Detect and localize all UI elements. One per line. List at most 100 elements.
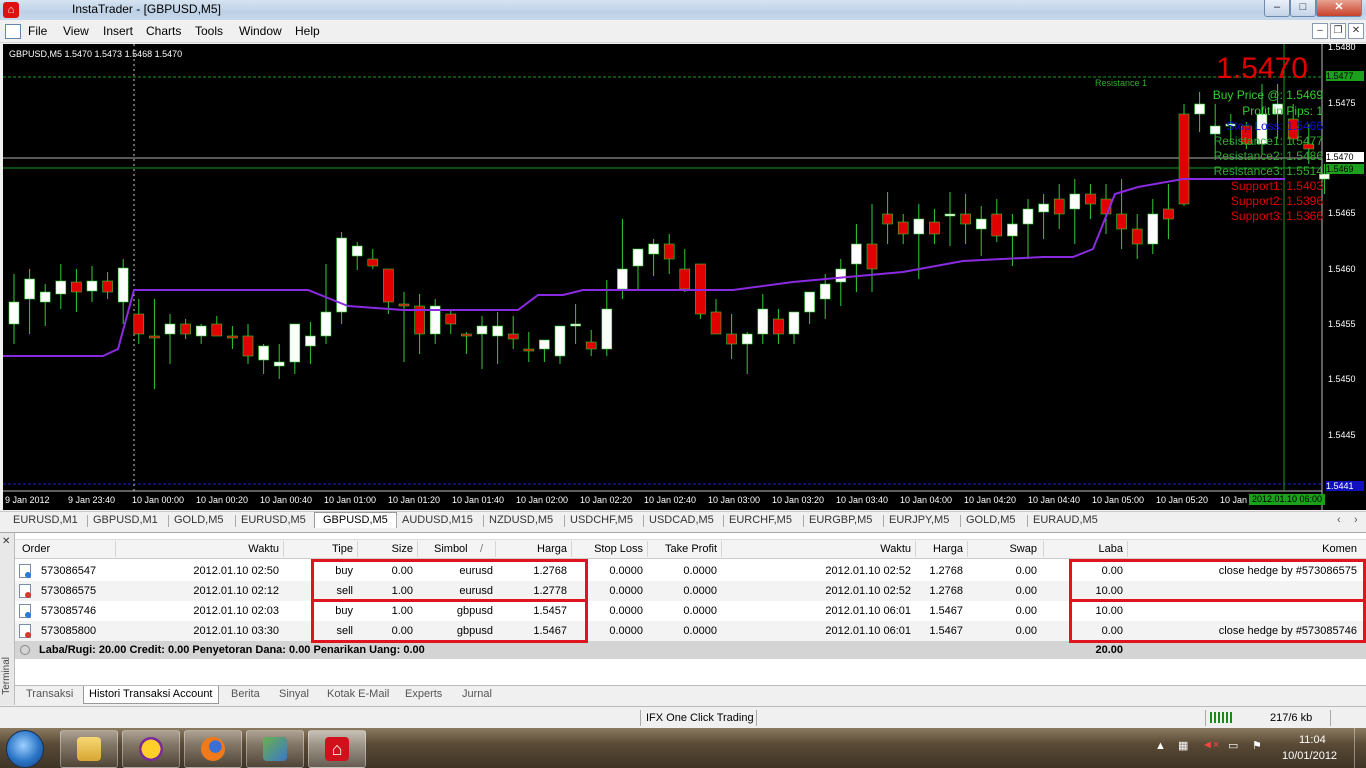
terminal-tab[interactable]: Kotak E-Mail xyxy=(327,688,389,700)
menu-help[interactable]: Help xyxy=(295,24,320,38)
mdi-restore-button[interactable]: ❐ xyxy=(1330,23,1346,39)
candle-body xyxy=(71,281,82,293)
candle-body xyxy=(164,323,176,335)
taskbar-explorer[interactable] xyxy=(60,730,118,768)
show-desktop-button[interactable] xyxy=(1354,728,1366,768)
menu-window[interactable]: Window xyxy=(239,24,282,38)
menu-tools[interactable]: Tools xyxy=(195,24,223,38)
cell-order: 573086547 xyxy=(41,565,97,577)
maximize-button[interactable]: □ xyxy=(1290,0,1316,17)
taskbar-messenger[interactable] xyxy=(122,730,180,768)
mdi-minimize-button[interactable]: – xyxy=(1312,23,1328,39)
tabs-right-arrow-icon[interactable]: › xyxy=(1354,514,1358,526)
app-icon[interactable]: ⌂ xyxy=(3,2,19,18)
candle-body xyxy=(804,291,815,313)
connection-status-icon[interactable] xyxy=(1210,712,1234,723)
candle-body xyxy=(476,325,488,335)
chart-tab[interactable]: GBPUSD,M5 xyxy=(314,512,397,528)
candle-body xyxy=(133,313,145,335)
chart-tab[interactable]: EURUSD,M1 xyxy=(13,514,78,526)
tabs-left-arrow-icon[interactable]: ‹ xyxy=(1337,514,1341,526)
taskbar-firefox[interactable] xyxy=(184,730,242,768)
candle-body xyxy=(211,323,223,337)
cell-close-time: 2012.01.10 06:01 xyxy=(825,625,911,637)
cell-tp: 0.0000 xyxy=(683,625,717,637)
chart-tab[interactable]: NZDUSD,M5 xyxy=(489,514,553,526)
candle-body xyxy=(773,318,784,335)
col-swap[interactable]: Swap xyxy=(993,543,1037,555)
flag-icon[interactable]: ⚑ xyxy=(1252,739,1262,752)
candle-body xyxy=(1178,113,1190,205)
highlight-box-profit-2 xyxy=(1069,599,1366,643)
candle-body xyxy=(149,335,160,339)
candle-body xyxy=(1147,213,1159,245)
menu-file[interactable]: File xyxy=(28,24,47,38)
candle-body xyxy=(445,313,457,325)
clock-date[interactable]: 10/01/2012 xyxy=(1282,750,1337,762)
terminal-tab[interactable]: Berita xyxy=(231,688,260,700)
col-open-time[interactable]: Waktu xyxy=(183,543,279,555)
price-axis-label: 1.5460 xyxy=(1328,264,1356,274)
terminal-tabs: Transaksi Histori Transaksi Account Berita… xyxy=(15,685,1366,706)
close-button[interactable]: ✕ xyxy=(1316,0,1362,17)
start-button[interactable] xyxy=(6,730,44,768)
col-order[interactable]: Order xyxy=(22,543,50,555)
menu-insert[interactable]: Insert xyxy=(103,24,133,38)
col-stop-loss[interactable]: Stop Loss xyxy=(577,543,643,555)
chart-tab[interactable]: GBPUSD,M1 xyxy=(93,514,158,526)
price-axis-label: 1.5455 xyxy=(1328,319,1356,329)
time-axis-label: 10 Jan 03:00 xyxy=(708,495,761,505)
chart-tab[interactable]: GOLD,M5 xyxy=(966,514,1016,526)
chart-tab[interactable]: USDCAD,M5 xyxy=(649,514,714,526)
cell-time: 2012.01.10 02:03 xyxy=(193,605,279,617)
chart-tab[interactable]: GOLD,M5 xyxy=(174,514,224,526)
status-bar: IFX One Click Trading 217/6 kb xyxy=(0,706,1366,729)
col-close-price[interactable]: Harga xyxy=(915,543,963,555)
terminal-close-icon[interactable]: ✕ xyxy=(2,536,10,547)
col-symbol[interactable]: Simbol xyxy=(434,543,468,555)
col-close-time[interactable]: Waktu xyxy=(815,543,911,555)
clock-time[interactable]: 11:04 xyxy=(1299,734,1326,746)
document-icon[interactable] xyxy=(5,24,21,39)
menu-view[interactable]: View xyxy=(63,24,89,38)
chart-tab[interactable]: EURCHF,M5 xyxy=(729,514,792,526)
annotation-7: Support2: 1.5396 xyxy=(1230,194,1323,208)
candle-body xyxy=(1038,203,1049,213)
taskbar-instatrader[interactable]: ⌂ xyxy=(308,730,366,768)
candle-body xyxy=(398,303,410,307)
chart-tab[interactable]: EURGBP,M5 xyxy=(809,514,872,526)
price-chart[interactable]: GBPUSD,M5 1.5470 1.5473 1.5468 1.5470 Re… xyxy=(3,42,1366,510)
taskbar-control-panel[interactable] xyxy=(246,730,304,768)
col-type[interactable]: Tipe xyxy=(305,543,353,555)
chart-tab[interactable]: EURUSD,M5 xyxy=(241,514,306,526)
terminal-tab[interactable]: Sinyal xyxy=(279,688,309,700)
chart-tab[interactable]: EURJPY,M5 xyxy=(889,514,949,526)
summary-text: Laba/Rugi: 20.00 Credit: 0.00 Penyetoran… xyxy=(39,644,425,656)
chart-tab[interactable]: EURAUD,M5 xyxy=(1033,514,1098,526)
col-take-profit[interactable]: Take Profit xyxy=(649,543,717,555)
summary-icon xyxy=(20,645,30,655)
messenger-icon xyxy=(139,737,163,761)
annotation-6: Support1: 1.5403 xyxy=(1230,179,1323,193)
show-hidden-icons-icon[interactable]: ▲ xyxy=(1155,740,1166,752)
network-icon[interactable]: ▦ xyxy=(1178,739,1188,752)
order-icon xyxy=(19,604,31,618)
col-size[interactable]: Size xyxy=(365,543,413,555)
volume-muted-icon[interactable]: ◄× xyxy=(1202,739,1219,751)
terminal-tab[interactable]: Transaksi xyxy=(26,688,73,700)
mdi-close-button[interactable]: ✕ xyxy=(1348,23,1364,39)
terminal-tab[interactable]: Jurnal xyxy=(462,688,492,700)
chart-tab[interactable]: USDCHF,M5 xyxy=(570,514,633,526)
cell-close-time: 2012.01.10 02:52 xyxy=(825,565,911,577)
terminal-tab[interactable]: Experts xyxy=(405,688,442,700)
terminal-tab[interactable]: Histori Transaksi Account xyxy=(83,686,219,704)
col-profit[interactable]: Laba xyxy=(1077,543,1123,555)
menu-charts[interactable]: Charts xyxy=(146,24,181,38)
candle-body xyxy=(273,361,285,367)
candle-body xyxy=(632,248,644,267)
minimize-button[interactable]: – xyxy=(1264,0,1290,17)
display-icon[interactable]: ▭ xyxy=(1228,739,1238,752)
col-price[interactable]: Harga xyxy=(505,543,567,555)
chart-tab[interactable]: AUDUSD,M15 xyxy=(402,514,473,526)
col-comment[interactable]: Komen xyxy=(1275,543,1357,555)
